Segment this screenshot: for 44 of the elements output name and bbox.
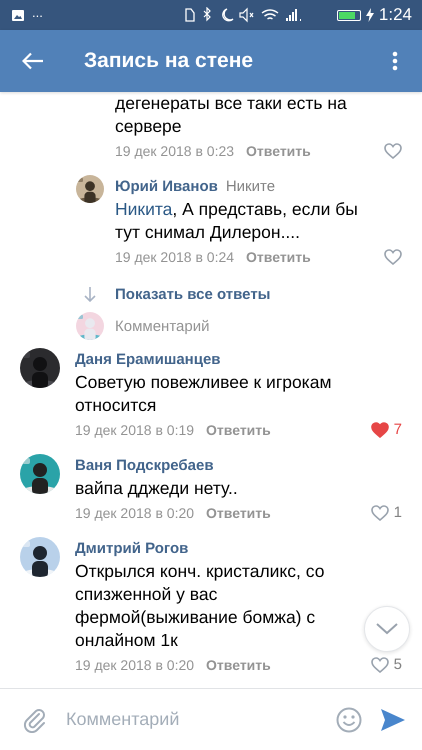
- send-icon[interactable]: [380, 708, 406, 732]
- chevron-down-icon: [376, 623, 398, 635]
- clock: 1:24: [378, 5, 412, 25]
- like-count: 7: [394, 421, 402, 438]
- author-name[interactable]: Даня Ерамишанцев: [75, 348, 221, 371]
- reply-link[interactable]: Ответить: [206, 656, 271, 672]
- comment-date: 19 дек 2018 в 0:23: [115, 142, 234, 158]
- window-title: Запись на стене: [84, 49, 254, 73]
- comment-date: 19 дек 2018 в 0:24: [115, 248, 234, 264]
- like-count: 1: [394, 504, 402, 521]
- author-name[interactable]: Дмитрий Рогов: [75, 537, 188, 560]
- image-icon: [12, 10, 24, 20]
- reply-link[interactable]: Ответить: [246, 142, 311, 158]
- reply-link[interactable]: Ответить: [206, 422, 271, 438]
- heart-icon[interactable]: [370, 504, 389, 520]
- heart-icon[interactable]: [370, 422, 389, 438]
- show-all-replies-link[interactable]: Показать все ответы: [115, 283, 270, 306]
- heart-icon[interactable]: [384, 248, 402, 264]
- scroll-down-button[interactable]: [364, 606, 410, 652]
- heart-icon[interactable]: [370, 656, 389, 672]
- author-name[interactable]: Ваня Подскребаев: [75, 454, 214, 477]
- comment-text: Никита, А представь, если бы тут снимал Дилерон....: [115, 198, 359, 244]
- notification-dots: ...: [32, 6, 43, 18]
- reply-link[interactable]: Ответить: [246, 248, 311, 264]
- mention-link[interactable]: Никита: [115, 199, 172, 219]
- like-count: 5: [394, 656, 402, 673]
- reply-target: Никите: [226, 177, 276, 197]
- paperclip-icon[interactable]: [22, 706, 48, 732]
- reply-link[interactable]: Ответить: [206, 504, 271, 520]
- smiley-icon[interactable]: [336, 706, 362, 732]
- comment-date: 19 дек 2018 в 0:20: [75, 504, 194, 520]
- back-arrow-icon: [22, 52, 44, 70]
- comment-text: Открылся конч. кристаликс, со спизженной у вас фермой(выживание бомжа) с онлайном 1к: [75, 560, 326, 652]
- heart-icon[interactable]: [384, 142, 402, 158]
- down-arrow-icon: [84, 286, 96, 302]
- author-name[interactable]: Юрий Иванов: [115, 175, 218, 198]
- comment-date: 19 дек 2018 в 0:20: [75, 656, 194, 672]
- comment-text: Советую повежливее к игрокам относится: [75, 371, 332, 417]
- more-icon: [392, 51, 398, 71]
- comment-text: дегенераты все таки есть на сервере: [115, 92, 348, 138]
- charging-icon: [366, 8, 374, 22]
- comment-text: вайпа дджеди нету..: [75, 477, 239, 500]
- comment-date: 19 дек 2018 в 0:19: [75, 422, 194, 438]
- battery-icon: [336, 10, 361, 20]
